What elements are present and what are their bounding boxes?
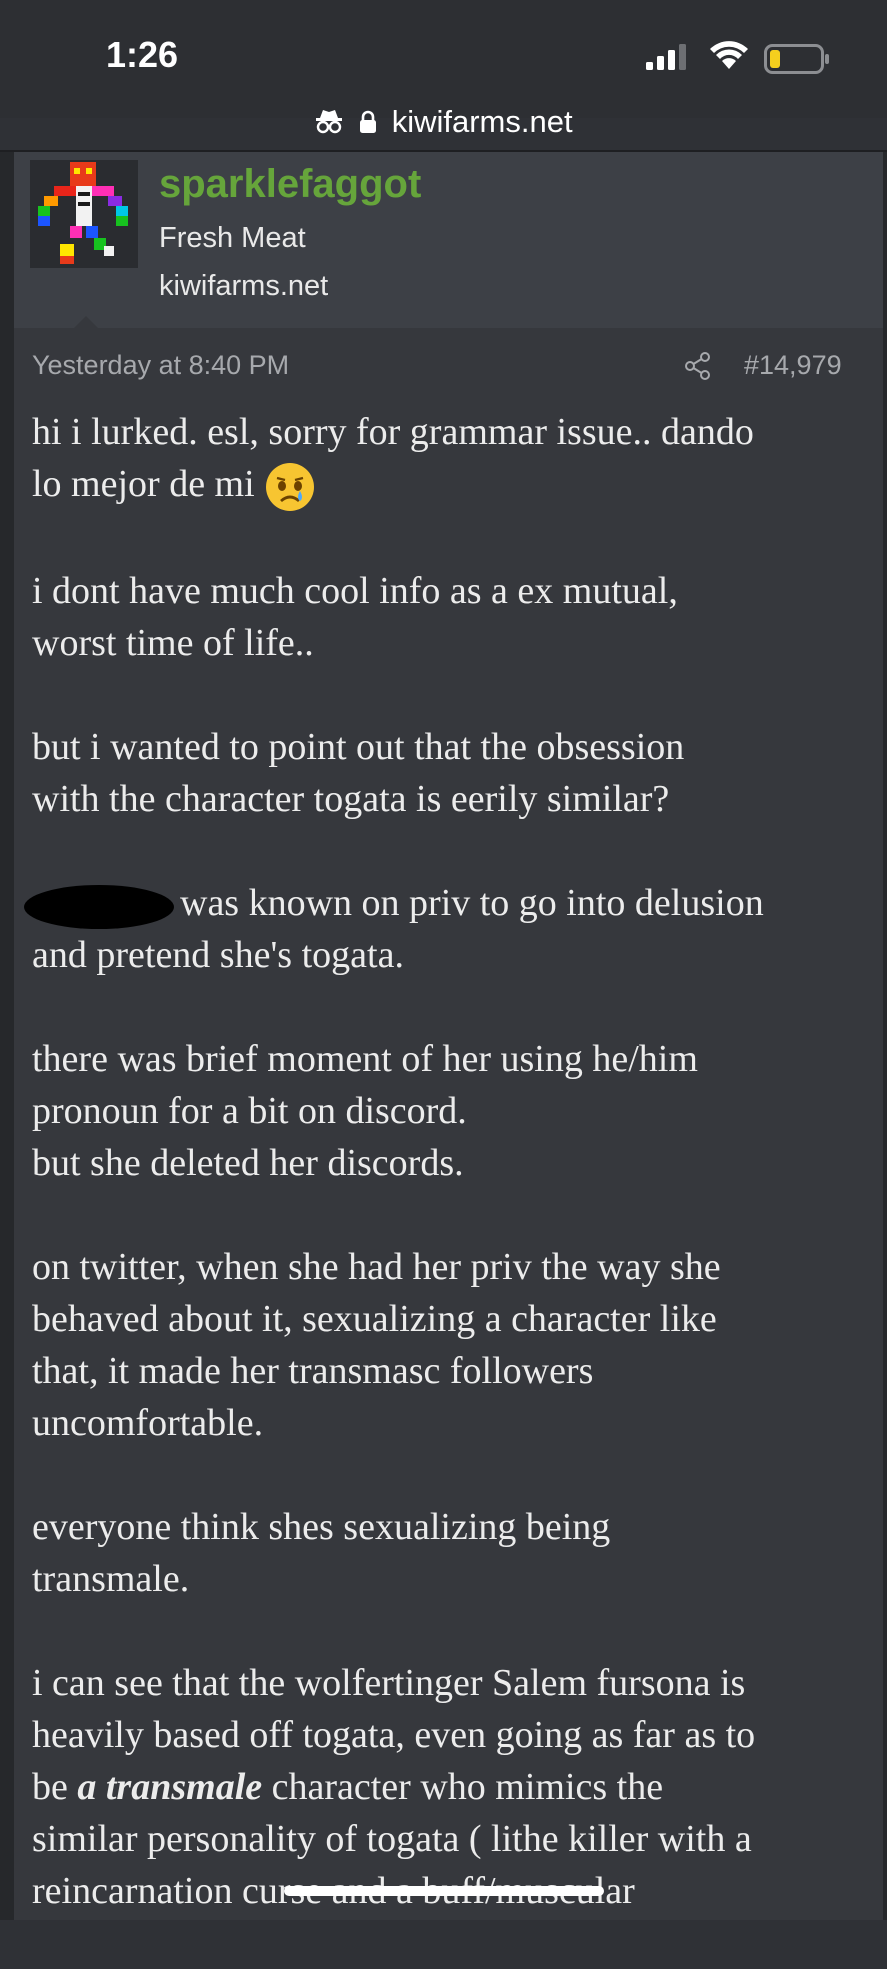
home-indicator[interactable] — [284, 1886, 604, 1896]
paragraph: on twitter, when she had her priv the wa… — [32, 1241, 872, 1449]
paragraph: was known on priv to go into delusion an… — [24, 877, 872, 981]
paragraph: i can see that the wolfertinger Salem fu… — [32, 1657, 872, 1917]
redaction-mark — [24, 884, 174, 929]
post-number-link[interactable]: #14,979 — [744, 350, 842, 381]
battery-icon — [764, 44, 829, 74]
status-bar: 1:26 kiwifarms.net — [0, 0, 887, 139]
paragraph: hi i lurked. esl, sorry for grammar issu… — [32, 406, 872, 513]
text-line: be a transmale character who mimics the — [32, 1761, 872, 1813]
avatar[interactable] — [30, 160, 138, 268]
user-title: Fresh Meat — [159, 222, 306, 254]
text-segment: be — [32, 1766, 78, 1809]
text-line: with the character togata is eerily simi… — [32, 778, 670, 821]
text-line: and pretend she's togata. — [32, 934, 404, 977]
status-time: 1:26 — [106, 34, 179, 75]
text-line: similar personality of togata ( lithe ki… — [32, 1818, 752, 1861]
text-line: but i wanted to point out that the obses… — [32, 726, 685, 769]
wifi-icon — [710, 41, 748, 69]
text-line: worst time of life.. — [32, 622, 314, 665]
address-bar[interactable]: kiwifarms.net — [0, 104, 887, 142]
share-icon[interactable] — [684, 352, 712, 380]
post-user-header: sparklefaggot Fresh Meat kiwifarms.net — [14, 152, 883, 328]
emphasis-text: a transmale — [77, 1766, 263, 1809]
paragraph: there was brief moment of her using he/h… — [32, 1033, 872, 1189]
text-line: everyone think shes sexualizing being — [32, 1506, 611, 1549]
text-line: lo mejor de mi — [32, 458, 872, 513]
text-line: that, it made her transmasc followers — [32, 1350, 594, 1393]
text-line: i can see that the wolfertinger Salem fu… — [32, 1662, 746, 1705]
text-line: there was brief moment of her using he/h… — [32, 1038, 698, 1081]
signal-icon — [646, 44, 686, 70]
crying-face-emoji-icon — [266, 463, 315, 512]
paragraph: but i wanted to point out that the obses… — [32, 721, 872, 825]
user-site: kiwifarms.net — [159, 270, 329, 302]
text-segment: character who mimics the — [262, 1766, 664, 1809]
paragraph: everyone think shes sexualizing being tr… — [32, 1501, 872, 1605]
avatar-pixel-figure-icon — [38, 162, 128, 264]
text-line: behaved about it, sexualizing a characte… — [32, 1298, 717, 1341]
text-line: transmale. — [32, 1558, 190, 1601]
text-line: heavily based off togata, even going as … — [32, 1714, 756, 1757]
lock-icon — [359, 106, 377, 142]
post-content-area: Yesterday at 8:40 PM #14,979 hi i lurked… — [14, 328, 883, 1920]
post-date[interactable]: Yesterday at 8:40 PM — [32, 350, 289, 381]
text-line: uncomfortable. — [32, 1402, 264, 1445]
incognito-icon — [314, 106, 344, 142]
username-link[interactable]: sparklefaggot — [159, 162, 421, 207]
page-gutter-right — [883, 152, 887, 1920]
text-segment: was known on priv to go into delusion — [180, 882, 764, 925]
text-line: was known on priv to go into delusion — [24, 877, 872, 929]
url-text: kiwifarms.net — [391, 104, 573, 139]
paragraph: i dont have much cool info as a ex mutua… — [32, 565, 872, 669]
text-segment: lo mejor de mi — [32, 463, 255, 505]
text-line: but she deleted her discords. — [32, 1142, 464, 1185]
post-body: hi i lurked. esl, sorry for grammar issu… — [24, 406, 872, 1969]
text-line: hi i lurked. esl, sorry for grammar issu… — [32, 411, 754, 453]
text-line: on twitter, when she had her priv the wa… — [32, 1246, 721, 1289]
page-gutter-left — [0, 152, 14, 1920]
text-line: i dont have much cool info as a ex mutua… — [32, 570, 678, 613]
text-line: pronoun for a bit on discord. — [32, 1090, 467, 1133]
